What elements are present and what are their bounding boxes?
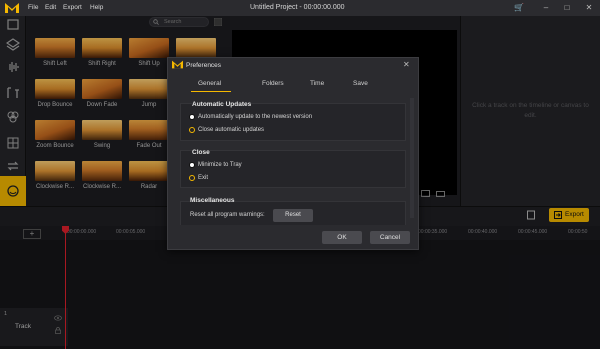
option-label: Close automatic updates xyxy=(198,127,265,133)
close-section xyxy=(180,150,406,188)
active-tab-indicator xyxy=(191,91,231,92)
option-label: Exit xyxy=(198,175,209,181)
cancel-button[interactable]: Cancel xyxy=(370,231,410,244)
app-logo-icon xyxy=(5,3,19,13)
close-icon[interactable]: ✕ xyxy=(403,60,410,69)
option-label: Automatically update to the newest versi… xyxy=(198,114,313,120)
section-title: Miscellaneous xyxy=(190,197,235,204)
window-title: Untitled Project - 00:00:00.000 xyxy=(250,4,345,11)
radio-close-auto-update[interactable] xyxy=(189,127,195,133)
radio-exit[interactable] xyxy=(189,175,195,181)
maximize-icon[interactable]: □ xyxy=(561,2,573,14)
menu-help[interactable]: Help xyxy=(90,4,103,11)
reset-warnings-label: Reset all program warnings: xyxy=(190,212,265,218)
radio-auto-update[interactable] xyxy=(189,114,195,120)
auto-updates-section xyxy=(180,103,406,141)
minimize-icon[interactable]: – xyxy=(540,2,552,14)
section-title: Close xyxy=(192,149,210,156)
tab-general[interactable]: General xyxy=(198,80,221,87)
menu-file[interactable]: File xyxy=(28,4,38,11)
app-logo-icon xyxy=(172,60,183,69)
menu-edit[interactable]: Edit xyxy=(45,4,56,11)
dialog-scrollbar[interactable] xyxy=(410,98,414,218)
option-label: Minimize to Tray xyxy=(198,162,242,168)
tab-save[interactable]: Save xyxy=(353,80,368,87)
section-title: Automatic Updates xyxy=(192,101,252,108)
ok-button[interactable]: OK xyxy=(322,231,362,244)
dialog-title: Preferences xyxy=(186,62,222,69)
close-window-icon[interactable]: ✕ xyxy=(583,2,595,14)
cart-icon[interactable]: 🛒 xyxy=(513,2,525,14)
reset-button[interactable]: Reset xyxy=(273,209,313,222)
tab-folders[interactable]: Folders xyxy=(262,80,284,87)
radio-minimize-tray[interactable] xyxy=(189,162,195,168)
tab-time[interactable]: Time xyxy=(310,80,324,87)
menu-export[interactable]: Export xyxy=(63,4,82,11)
